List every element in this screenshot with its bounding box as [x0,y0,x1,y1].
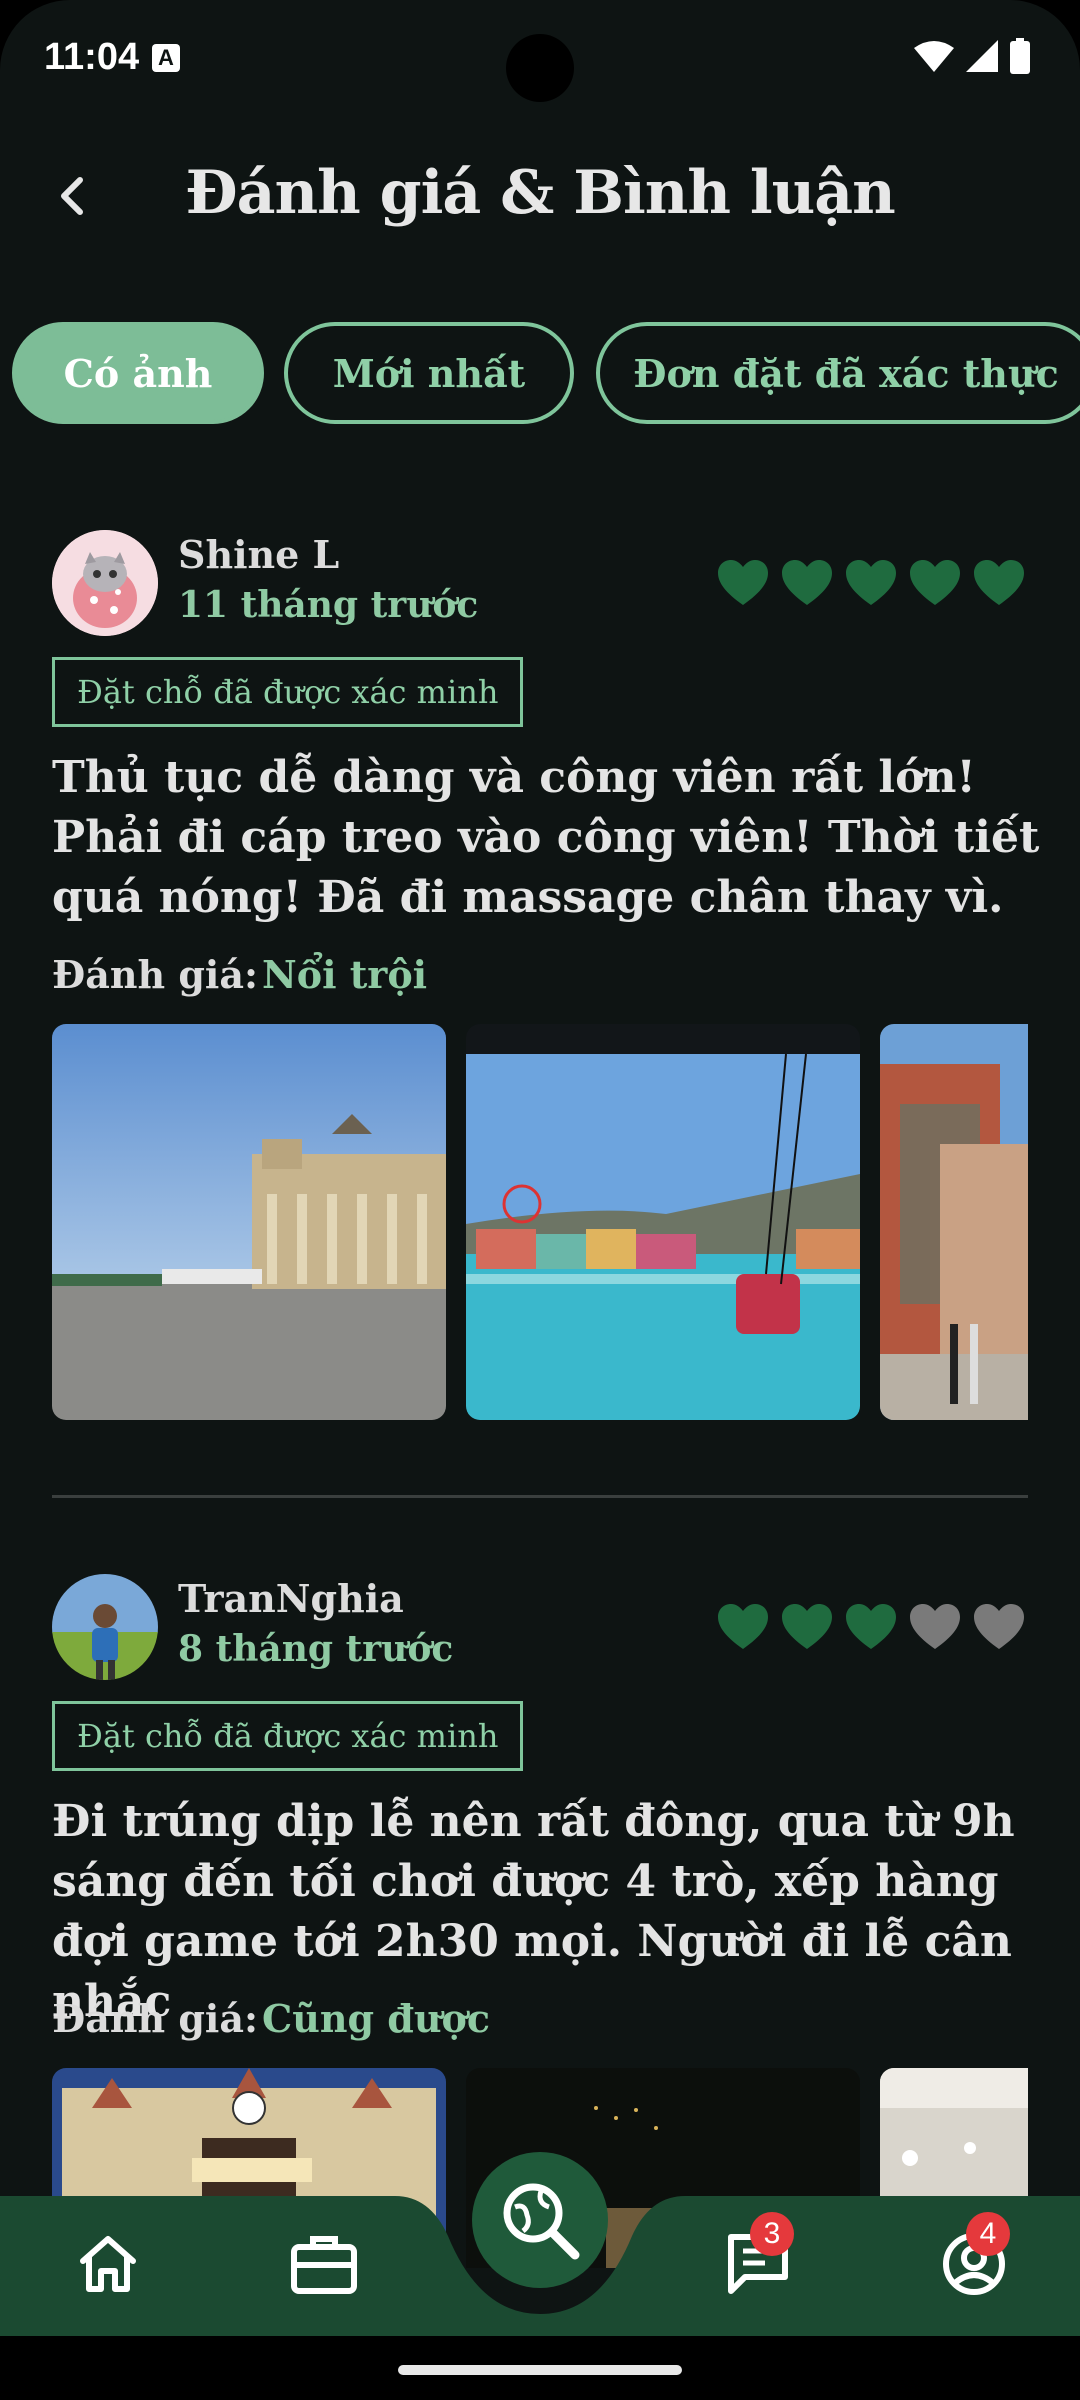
app-screen: 11:04 A Đánh giá & Bình luận Có ảnh Mới … [0,0,1080,2400]
battery-icon [1010,38,1030,74]
heart-empty-icon [910,1604,960,1649]
chip-with-photos[interactable]: Có ảnh [12,322,264,424]
page-title: Đánh giá & Bình luận [185,158,896,228]
status-bar: 11:04 A [0,0,1080,120]
nav-home[interactable] [70,2226,146,2302]
wifi-icon [914,41,954,72]
rating-hearts [716,558,1026,608]
chip-verified-booking[interactable]: Đơn đặt đã xác thực [596,322,1080,424]
explore-fab[interactable] [472,2152,608,2288]
avatar [52,530,158,636]
briefcase-icon [291,2236,357,2294]
signal-icon [966,40,998,72]
home-icon [80,2236,136,2292]
rating-hearts [716,1602,1026,1652]
divider [52,1495,1028,1498]
heart-filled-icon [846,1604,896,1649]
review-time: 8 tháng trước [178,1628,454,1670]
rating-value: Cũng được [262,1996,490,2041]
notification-icon: A [152,44,180,72]
avatar [52,1574,158,1680]
heart-filled-icon [718,560,768,605]
heart-filled-icon [974,560,1024,605]
review-photo[interactable] [52,1024,446,1420]
reviewer-name: TranNghia [178,1576,404,1621]
nav-bookings[interactable] [286,2226,362,2302]
review-time: 11 tháng trước [178,584,479,626]
review-text: Thủ tục dễ dàng và công viên rất lớn! Ph… [52,752,1040,923]
status-time: 11:04 [44,36,140,78]
rating-label: Đánh giá: [52,952,258,997]
heart-filled-icon [718,1604,768,1649]
chip-newest[interactable]: Mới nhất [284,322,574,424]
camera-cutout [506,34,574,102]
heart-filled-icon [782,1604,832,1649]
heart-empty-icon [974,1604,1024,1649]
messages-badge: 3 [750,2212,794,2256]
nav-messages[interactable]: 3 [720,2212,796,2302]
nav-profile[interactable]: 4 [936,2212,1012,2302]
heart-filled-icon [910,560,960,605]
verified-badge: Đặt chỗ đã được xác minh [52,1701,524,1771]
reviewer-name: Shine L [178,532,340,577]
heart-filled-icon [846,560,896,605]
gesture-handle[interactable] [398,2365,682,2375]
rating-value: Nổi trội [262,952,428,997]
profile-badge: 4 [966,2212,1010,2256]
heart-filled-icon [782,560,832,605]
search-globe-icon [503,2183,580,2260]
photo-strip [52,1024,1028,1420]
review-photo[interactable] [466,1024,860,1420]
verified-badge: Đặt chỗ đã được xác minh [52,657,524,727]
review-photo[interactable] [880,1024,1028,1420]
rating-label: Đánh giá: [52,1996,258,2041]
